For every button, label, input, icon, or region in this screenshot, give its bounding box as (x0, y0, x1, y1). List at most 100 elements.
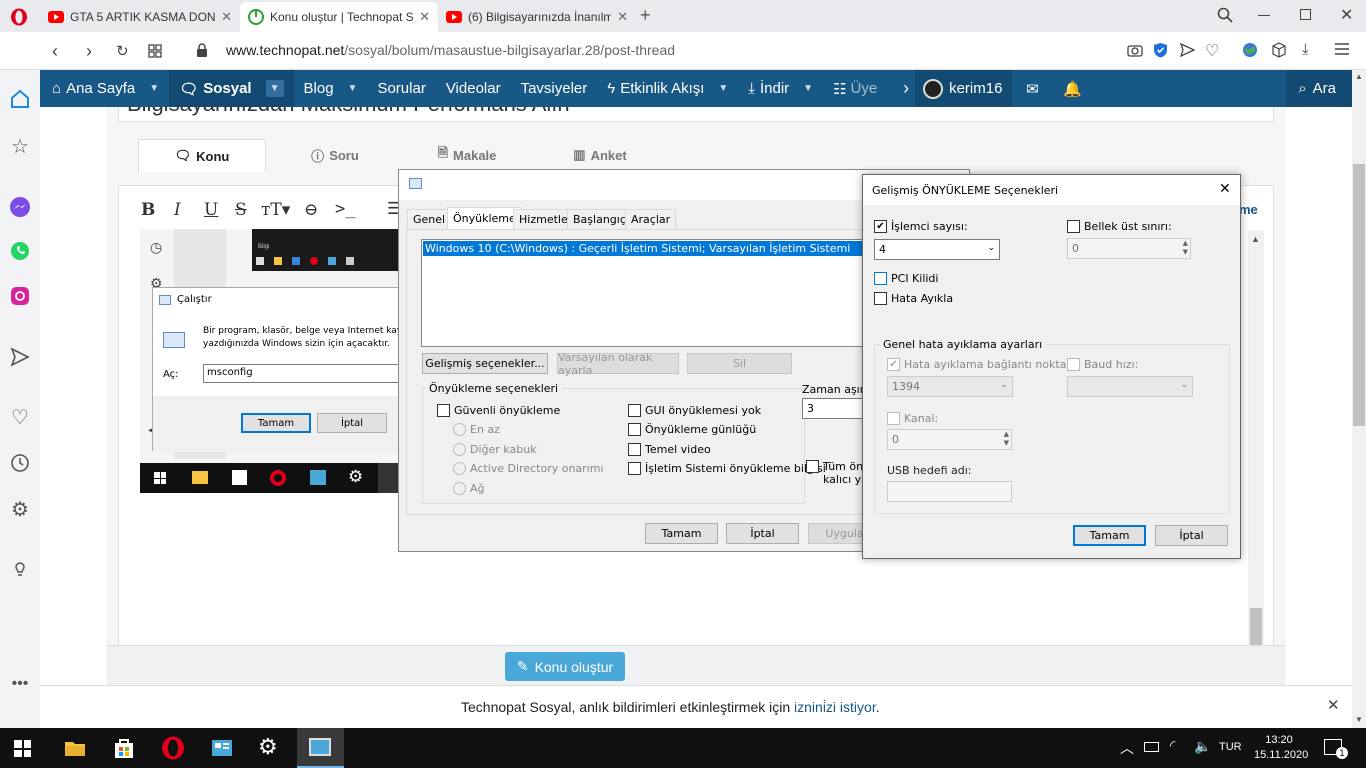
advanced-options-button[interactable]: Gelişmiş seçenekler... (422, 353, 548, 374)
wifi-icon[interactable]: ◜ (1170, 737, 1175, 754)
advanced-cancel-button[interactable]: İptal (1155, 525, 1228, 546)
cpu-count-select[interactable]: 4 ⌄ (874, 239, 1000, 260)
file-explorer-icon[interactable] (63, 736, 87, 760)
scroll-thumb[interactable] (1250, 608, 1262, 648)
url-field[interactable]: www.technopat.net/sosyal/bolum/masaustue… (226, 42, 675, 58)
page-scrollbar[interactable]: ▲ ▼ (1352, 70, 1366, 728)
heart-icon[interactable]: ♡ (9, 405, 31, 429)
nav-more-chevron-icon[interactable]: › (897, 70, 915, 107)
control-panel-icon[interactable] (210, 736, 234, 760)
debug-port-checkbox[interactable]: ✔ Hata ayıklama bağlantı noktası: (887, 358, 1079, 371)
radio-en-az[interactable]: En az (453, 423, 500, 436)
settings-gear-icon[interactable]: ⚙ (9, 497, 31, 521)
tab-araclar[interactable]: Araçlar (625, 209, 677, 229)
nav-etkinlik[interactable]: ϟ Etkinlik Akışı ▼ (597, 70, 738, 107)
bold-icon[interactable]: B (141, 200, 155, 220)
notification-link[interactable]: iznini̇zi istiyor (794, 699, 876, 715)
speed-dial-icon[interactable] (148, 44, 162, 58)
close-icon[interactable]: ✕ (221, 9, 232, 25)
italic-icon[interactable]: I (174, 200, 181, 220)
tab-genel[interactable]: Genel (407, 209, 452, 229)
tab-makale[interactable]: 🗎 Makale (412, 139, 522, 171)
language-indicator[interactable]: TUR (1219, 741, 1242, 753)
search-tabs-icon[interactable] (1217, 7, 1233, 23)
extensions-cube-icon[interactable] (1272, 42, 1286, 58)
tab-anket[interactable]: ▥ Anket (545, 139, 655, 171)
radio-ag[interactable]: Ağ (453, 482, 485, 495)
boot-entries-list[interactable]: Windows 10 (C:\Windows) : Geçerli İşleti… (421, 239, 871, 347)
channel-checkbox[interactable]: Kanal: (887, 412, 938, 425)
clock[interactable]: 13:20 15.11.2020 (1254, 733, 1308, 763)
debug-port-select[interactable]: 1394 ⌄ (887, 376, 1013, 397)
send-icon[interactable] (1180, 43, 1195, 57)
link-icon[interactable]: ⊖ (304, 200, 318, 220)
nav-blog[interactable]: Blog ▼ (294, 70, 368, 107)
underline-icon[interactable]: U (204, 200, 218, 220)
flow-send-icon[interactable] (9, 346, 31, 368)
scroll-up-arrow-icon[interactable]: ▲ (1355, 72, 1363, 81)
os-boot-info-checkbox[interactable]: İşletim Sistemi önyükleme bilgisi (628, 462, 826, 475)
more-options-icon[interactable]: ••• (9, 675, 31, 697)
max-memory-checkbox[interactable]: Bellek üst sınırı: (1067, 220, 1172, 233)
mail-icon[interactable]: ✉ (1012, 70, 1052, 107)
camera-icon[interactable] (1127, 43, 1143, 57)
nav-user[interactable]: kerim16 (915, 70, 1013, 107)
new-tab-button[interactable]: + (640, 5, 651, 26)
spin-arrows-icon[interactable]: ▲ ▼ (1183, 239, 1188, 257)
nav-search[interactable]: ⌕ Ara (1286, 70, 1352, 107)
caret-down-icon[interactable]: ▼ (718, 83, 728, 94)
spin-arrows-icon[interactable]: ▲ ▼ (1004, 430, 1009, 448)
debug-checkbox[interactable]: Hata Ayıkla (874, 292, 953, 305)
whatsapp-icon[interactable] (9, 240, 31, 262)
reload-icon[interactable]: ↻ (116, 42, 129, 60)
lightbulb-icon[interactable] (9, 558, 31, 580)
nav-videolar[interactable]: Videolar (436, 70, 511, 107)
caret-down-icon[interactable]: ▼ (803, 83, 813, 94)
usb-target-input[interactable] (887, 481, 1012, 502)
tab-konu[interactable]: 🗨 Konu (138, 139, 266, 172)
nav-uye[interactable]: ☷ Üye (823, 70, 897, 107)
scroll-up-arrow-icon[interactable]: ▲ (1251, 234, 1260, 244)
caret-down-icon[interactable]: ▼ (149, 83, 159, 94)
nav-indir[interactable]: ⤓ İndir ▼ (738, 70, 823, 107)
adblock-shield-icon[interactable] (1153, 42, 1168, 58)
run-cancel-button[interactable]: İptal (317, 413, 387, 433)
delete-button[interactable]: Sil (687, 353, 792, 374)
scroll-down-arrow-icon[interactable]: ▼ (1355, 715, 1363, 724)
tab-youtube[interactable]: (6) Bilgisayarınızda İnanılm ✕ (438, 2, 636, 32)
nav-sosyal[interactable]: 🗨 Sosyal ▼ (169, 70, 294, 107)
store-icon[interactable] (112, 736, 136, 760)
msconfig-taskbar-button[interactable] (297, 728, 344, 768)
battery-icon[interactable] (1144, 742, 1159, 752)
bell-icon[interactable]: 🔔 (1052, 70, 1092, 107)
history-clock-icon[interactable] (9, 452, 31, 474)
close-icon[interactable]: ✕ (419, 9, 430, 25)
base-video-checkbox[interactable]: Temel video (628, 443, 711, 456)
nav-tavsiyeler[interactable]: Tavsiyeler (511, 70, 598, 107)
download-icon[interactable]: ⤓ (1302, 41, 1309, 58)
safe-boot-checkbox[interactable]: Güvenli önyükleme (437, 404, 560, 417)
windows-start-icon[interactable] (14, 740, 31, 757)
minimize-icon[interactable] (1258, 15, 1270, 16)
channel-input[interactable]: 0 ▲ ▼ (887, 429, 1012, 450)
tab-onyukleme[interactable]: Önyükleme (447, 207, 522, 229)
vpn-globe-icon[interactable] (1242, 42, 1258, 58)
max-memory-input[interactable]: 0 ▲ ▼ (1067, 238, 1191, 259)
home-icon[interactable] (9, 88, 31, 110)
boot-log-checkbox[interactable]: Önyükleme günlüğü (628, 423, 756, 436)
tab-gta[interactable]: GTA 5 ARTIK KASMA DONM ✕ (40, 2, 240, 32)
code-icon[interactable]: >_ (335, 199, 355, 219)
menu-icon[interactable] (1334, 42, 1350, 56)
radio-diger-kabuk[interactable]: Diğer kabuk (453, 443, 537, 456)
pci-lock-checkbox[interactable]: PCI Kilidi (874, 272, 938, 285)
advanced-ok-button[interactable]: Tamam (1073, 525, 1146, 546)
tab-technopat[interactable]: Konu oluştur | Technopat S ✕ (240, 2, 438, 32)
msconfig-cancel-button[interactable]: İptal (726, 523, 799, 544)
radio-ad-onarimi[interactable]: Active Directory onarımı (453, 462, 604, 475)
scroll-thumb[interactable] (1353, 164, 1365, 426)
forward-icon[interactable]: › (86, 41, 92, 62)
baud-checkbox[interactable]: Baud hızı: (1067, 358, 1138, 371)
strikethrough-icon[interactable]: S (235, 200, 247, 220)
boot-entry-selected[interactable]: Windows 10 (C:\Windows) : Geçerli İşleti… (423, 241, 871, 256)
nav-sorular[interactable]: Sorular (367, 70, 435, 107)
